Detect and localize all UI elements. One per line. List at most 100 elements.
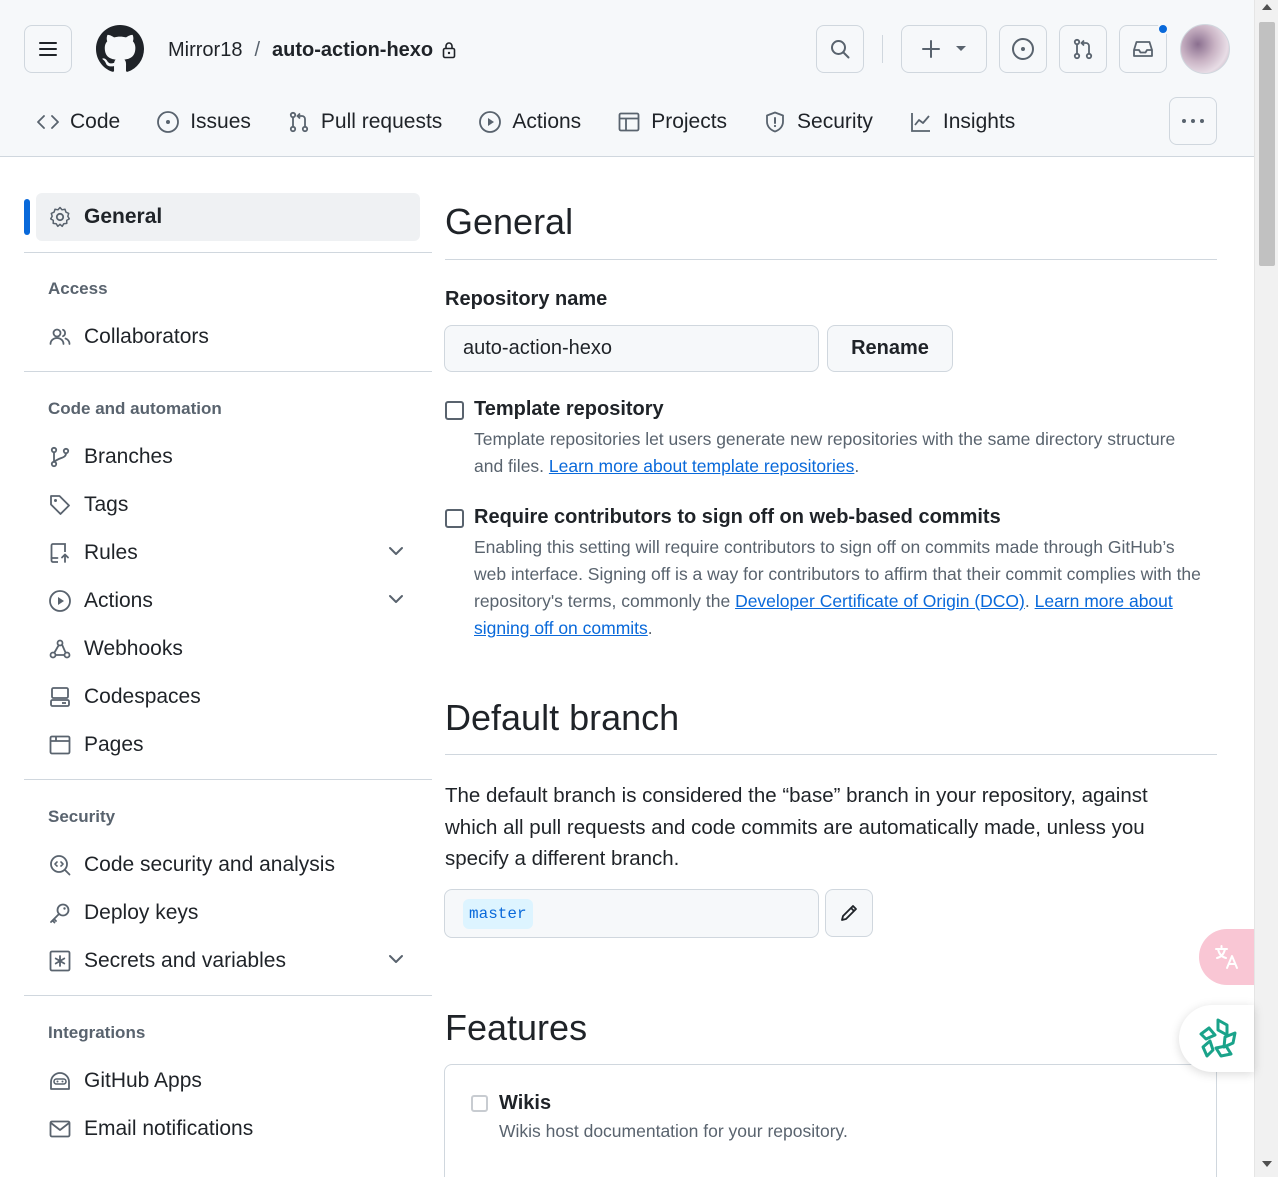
scroll-up-arrow[interactable] bbox=[1262, 4, 1272, 10]
scroll-thumb[interactable] bbox=[1259, 22, 1275, 266]
your-pull-requests-button[interactable] bbox=[1059, 25, 1107, 73]
template-repository-checkbox[interactable] bbox=[445, 401, 464, 420]
repo-name-label: Repository name bbox=[445, 288, 608, 310]
sidebar-divider bbox=[24, 779, 432, 780]
description-text: . bbox=[1024, 591, 1035, 611]
sign-off-checkbox[interactable] bbox=[445, 509, 464, 528]
shield-icon bbox=[766, 111, 784, 133]
sidebar-item-label: Branches bbox=[84, 445, 173, 468]
sidebar-item-github-apps[interactable]: GitHub Apps bbox=[36, 1057, 420, 1105]
play-icon bbox=[479, 111, 502, 133]
sidebar-item-tags[interactable]: Tags bbox=[36, 481, 420, 529]
learn-more-template-link[interactable]: Learn more about template repositories bbox=[549, 456, 854, 476]
chevron-down-icon[interactable] bbox=[386, 541, 406, 561]
dco-link[interactable]: Developer Certificate of Origin (DCO) bbox=[735, 591, 1025, 611]
sidebar-divider bbox=[24, 371, 432, 372]
branch-name-badge: master bbox=[463, 899, 533, 929]
sign-off-title: Require contributors to sign off on web-… bbox=[474, 506, 1001, 528]
github-logo-icon[interactable] bbox=[96, 25, 144, 73]
sidebar-item-label: Secrets and variables bbox=[84, 949, 286, 972]
sidebar-item-label: Deploy keys bbox=[84, 901, 199, 924]
sidebar-item-label: GitHub Apps bbox=[84, 1069, 202, 1092]
table-icon bbox=[618, 112, 640, 132]
gear-icon bbox=[49, 206, 71, 228]
key-icon bbox=[50, 903, 70, 924]
wikis-description: Wikis host documentation for your reposi… bbox=[499, 1121, 848, 1141]
sidebar-divider bbox=[24, 252, 432, 253]
repo-name-input[interactable]: auto-action-hexo bbox=[444, 325, 819, 372]
template-repository-description: Template repositories let users generate… bbox=[474, 426, 1209, 480]
sidebar-item-label: Collaborators bbox=[84, 325, 209, 348]
tab-issues[interactable]: Issues bbox=[144, 98, 263, 146]
tab-label: Code bbox=[70, 110, 121, 133]
features-title: Features bbox=[445, 1007, 588, 1048]
avatar[interactable] bbox=[1180, 24, 1230, 74]
tab-actions[interactable]: Actions bbox=[466, 98, 593, 146]
sidebar-item-pages[interactable]: Pages bbox=[36, 721, 420, 769]
header-divider bbox=[882, 35, 883, 63]
description-text: . bbox=[647, 618, 653, 638]
repo-link[interactable]: auto-action-hexo bbox=[272, 39, 433, 62]
template-repository-title: Template repository bbox=[474, 398, 664, 420]
description-text: . bbox=[854, 456, 860, 476]
sidebar-item-label: General bbox=[84, 205, 163, 228]
translate-icon bbox=[1214, 945, 1238, 969]
inbox-icon bbox=[1133, 41, 1153, 57]
wikis-checkbox[interactable] bbox=[471, 1095, 488, 1112]
scroll-down-arrow[interactable] bbox=[1262, 1161, 1272, 1167]
hamburger-icon bbox=[39, 42, 57, 56]
page-scrollbar[interactable] bbox=[1254, 0, 1278, 1177]
pencil-icon bbox=[841, 905, 857, 921]
play-icon bbox=[49, 590, 71, 612]
sidebar-item-actions[interactable]: Actions bbox=[36, 577, 420, 625]
search-button[interactable] bbox=[816, 25, 864, 73]
tab-projects[interactable]: Projects bbox=[605, 98, 739, 146]
triangle-down-icon bbox=[956, 46, 966, 51]
sidebar-item-webhooks[interactable]: Webhooks bbox=[36, 625, 420, 673]
sidebar-item-label: Email notifications bbox=[84, 1117, 254, 1140]
sidebar-item-collaborators[interactable]: Collaborators bbox=[36, 313, 420, 361]
rename-button[interactable]: Rename bbox=[827, 325, 953, 372]
tab-security[interactable]: Security bbox=[751, 98, 885, 146]
rename-branch-button[interactable] bbox=[825, 889, 873, 937]
sidebar-item-codespaces[interactable]: Codespaces bbox=[36, 673, 420, 721]
code-icon bbox=[37, 115, 59, 129]
tab-label: Issues bbox=[190, 110, 251, 133]
sidebar-item-general[interactable]: General bbox=[36, 193, 420, 241]
ai-assistant-button[interactable] bbox=[1179, 1005, 1254, 1072]
create-new-button[interactable] bbox=[901, 25, 987, 73]
tab-label: Insights bbox=[942, 110, 1016, 133]
sidebar-item-email-notifications[interactable]: Email notifications bbox=[36, 1105, 420, 1153]
tab-label: Actions bbox=[512, 110, 582, 133]
wikis-title: Wikis bbox=[499, 1092, 552, 1114]
tab-pull-requests[interactable]: Pull requests bbox=[275, 98, 454, 146]
tab-insights[interactable]: Insights bbox=[897, 98, 1027, 146]
codescan-icon bbox=[50, 855, 71, 876]
breadcrumb-separator: / bbox=[254, 38, 261, 61]
sidebar-group-security: Security bbox=[48, 807, 116, 826]
tab-code[interactable]: Code bbox=[24, 98, 132, 146]
ai-assistant-icon bbox=[1199, 1018, 1237, 1057]
sidebar-item-label: Code security and analysis bbox=[84, 853, 335, 876]
kebab-horizontal-icon bbox=[1182, 119, 1204, 123]
sidebar-item-deploy-keys[interactable]: Deploy keys bbox=[36, 889, 420, 937]
sidebar-item-secrets[interactable]: Secrets and variables bbox=[36, 937, 420, 985]
owner-link[interactable]: Mirror18 bbox=[168, 39, 242, 62]
plus-icon bbox=[922, 40, 940, 58]
sidebar-item-code-security[interactable]: Code security and analysis bbox=[36, 841, 420, 889]
unread-notification-dot bbox=[1157, 23, 1169, 35]
chevron-down-icon[interactable] bbox=[386, 589, 406, 609]
chevron-down-icon[interactable] bbox=[386, 949, 406, 969]
breadcrumb: Mirror18 / auto-action-hexo bbox=[168, 36, 457, 64]
translate-widget-button[interactable] bbox=[1199, 929, 1254, 985]
default-branch-field: master bbox=[444, 889, 819, 938]
sidebar-group-access: Access bbox=[48, 279, 108, 298]
more-tabs-button[interactable] bbox=[1169, 97, 1217, 145]
open-global-nav-button[interactable] bbox=[24, 25, 72, 73]
section-divider bbox=[445, 754, 1217, 755]
sidebar-item-rules[interactable]: Rules bbox=[36, 529, 420, 577]
active-indicator bbox=[24, 199, 30, 235]
sign-off-description: Enabling this setting will require contr… bbox=[474, 534, 1209, 642]
sidebar-item-branches[interactable]: Branches bbox=[36, 433, 420, 481]
your-issues-button[interactable] bbox=[999, 25, 1047, 73]
